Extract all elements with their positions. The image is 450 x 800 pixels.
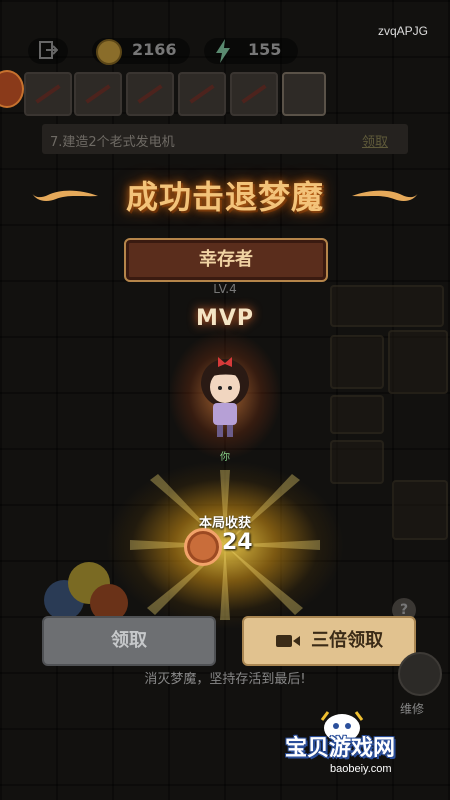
character-slot[interactable]: [282, 72, 326, 116]
card-slot[interactable]: [126, 72, 174, 116]
coin-icon: [96, 39, 122, 65]
quest-claim-link[interactable]: 领取: [362, 131, 388, 150]
quest-text: 7.建造2个老式发电机: [50, 135, 175, 150]
repair-button[interactable]: [398, 652, 442, 696]
card-slot[interactable]: [74, 72, 122, 116]
claim-button[interactable]: 领取: [42, 616, 216, 666]
energy-count: 155: [248, 40, 282, 59]
tip-text: 消灭梦魔，坚持存活到最后!: [144, 672, 306, 687]
coin-count: 2166: [132, 40, 177, 59]
claim-button-label: 领取: [111, 630, 147, 651]
triple-claim-label: 三倍领取: [311, 630, 384, 651]
reward-amount: 24: [222, 530, 253, 555]
lightning-icon: [216, 39, 230, 63]
card-slot[interactable]: [24, 72, 72, 116]
video-icon: [275, 635, 300, 647]
triple-claim-button[interactable]: 三倍领取: [242, 616, 416, 666]
watermark-title: 宝贝游戏网: [285, 736, 396, 761]
reward-title: 本局收获: [198, 516, 251, 531]
role-label: 幸存者: [199, 249, 253, 270]
reward-coin-icon: [184, 528, 222, 566]
mvp-label: MVP: [195, 306, 255, 331]
user-id: zvqAPJG: [377, 24, 428, 38]
result-title: 成功击退梦魔: [125, 178, 324, 216]
exit-icon[interactable]: [38, 41, 58, 59]
card-slot[interactable]: [178, 72, 226, 116]
watermark-url: baobeiy.com: [330, 763, 392, 775]
card-slot[interactable]: [230, 72, 278, 116]
level-label: LV.4: [213, 282, 237, 296]
avatar-character-icon: [201, 357, 249, 437]
